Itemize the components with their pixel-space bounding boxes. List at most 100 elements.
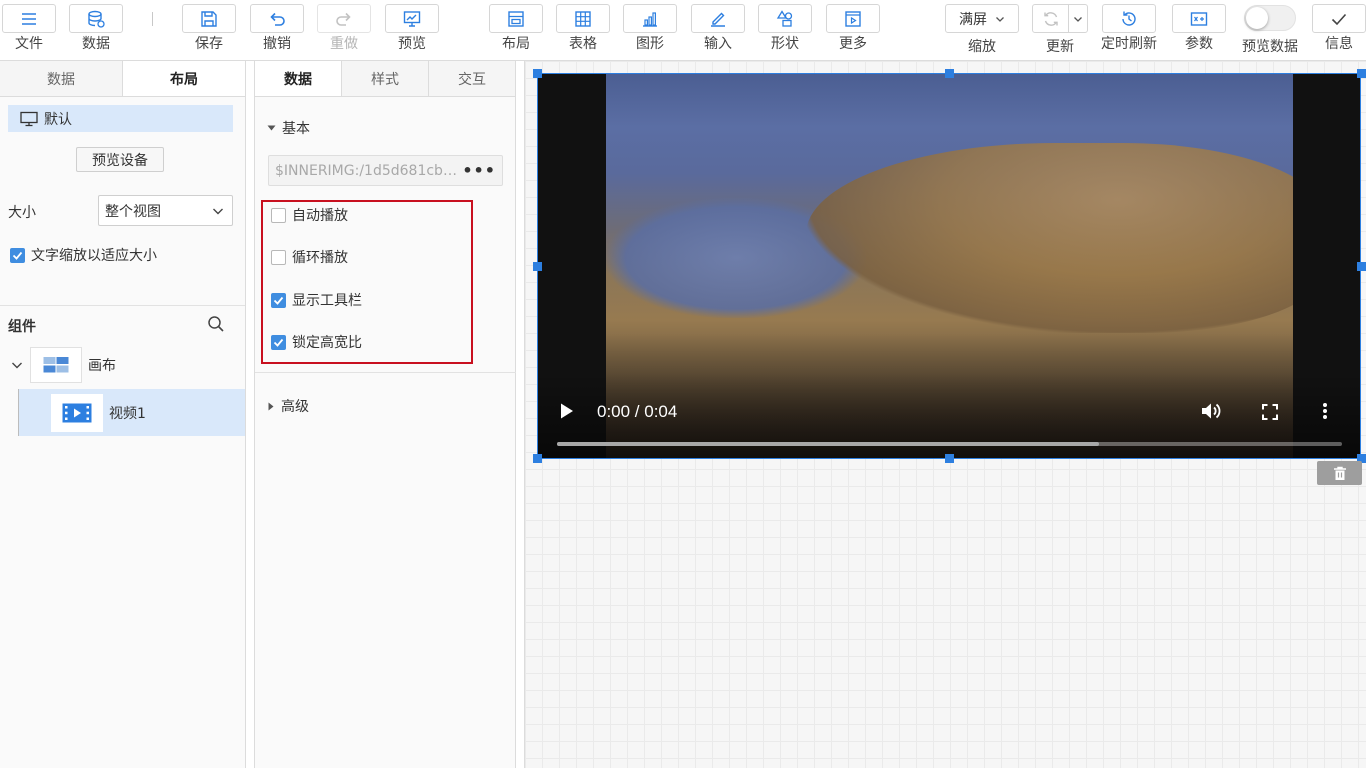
update-label: 更新 (1046, 39, 1074, 55)
tree-item-video[interactable]: 视频1 (18, 389, 245, 436)
save-button[interactable]: 保存 (181, 4, 237, 58)
file-button[interactable]: 文件 (1, 4, 57, 58)
tab-props-data[interactable]: 数据 (255, 61, 341, 96)
caret-right-icon (268, 402, 274, 410)
update-button[interactable] (1033, 5, 1069, 32)
data-button[interactable]: 数据 (68, 4, 124, 58)
loop-option[interactable]: 循环播放 (271, 247, 348, 267)
redo-button[interactable]: 重做 (316, 4, 372, 58)
resize-handle-top[interactable] (945, 69, 954, 78)
fit-text-option[interactable]: 文字缩放以适应大小 (10, 245, 157, 265)
resize-handle-top-left[interactable] (533, 69, 542, 78)
more-options-icon[interactable]: ••• (462, 161, 496, 180)
tab-props-style[interactable]: 样式 (341, 61, 428, 96)
video-component-icon (51, 393, 103, 432)
timed-refresh-button[interactable]: 定时刷新 (1101, 4, 1157, 58)
zoom-select[interactable]: 满屏 (945, 4, 1019, 33)
params-button[interactable]: 参数 (1171, 4, 1227, 58)
update-dropdown[interactable] (1069, 5, 1087, 32)
tab-layout[interactable]: 布局 (122, 61, 245, 96)
redo-label: 重做 (330, 36, 358, 52)
chevron-down-icon (213, 208, 223, 214)
resize-handle-top-right[interactable] (1357, 69, 1366, 78)
chevron-down-icon (996, 16, 1004, 22)
resize-handle-bottom-left[interactable] (533, 454, 542, 463)
shape-label: 形状 (771, 36, 799, 52)
autoplay-option[interactable]: 自动播放 (271, 205, 348, 225)
more-vertical-icon[interactable] (1322, 402, 1328, 424)
formula-icon (1190, 11, 1208, 26)
show-toolbar-option[interactable]: 显示工具栏 (271, 290, 362, 310)
video-time: 0:00 / 0:04 (597, 402, 678, 421)
fit-text-checkbox[interactable] (10, 247, 25, 263)
info-label: 信息 (1325, 36, 1353, 52)
params-label: 参数 (1185, 36, 1213, 52)
input-button[interactable]: 输入 (690, 4, 746, 58)
graph-button[interactable]: 图形 (622, 4, 678, 58)
caret-down-icon (267, 125, 276, 131)
loop-checkbox[interactable] (271, 249, 286, 265)
show-toolbar-checkbox[interactable] (271, 292, 286, 308)
toolbar: 文件 数据 保存 撤销 重做 预览 布局 表格 图形 输入 形状 更多 满屏 缩… (0, 0, 1366, 61)
tree-video-label: 视频1 (109, 405, 146, 422)
preview-device-button[interactable]: 预览设备 (76, 147, 164, 172)
zoom-value: 满屏 (959, 11, 987, 28)
size-select[interactable]: 整个视图 (98, 195, 233, 226)
menu-icon (22, 12, 36, 25)
video-source-input[interactable]: $INNERIMG:/1d5d681cb0... ••• (268, 155, 503, 186)
preview-label: 预览 (398, 36, 426, 52)
table-label: 表格 (569, 36, 597, 52)
advanced-section-header[interactable]: 高级 (267, 396, 309, 416)
resize-handle-bottom[interactable] (945, 454, 954, 463)
preview-data-control: 预览数据 (1238, 4, 1302, 58)
table-button[interactable]: 表格 (555, 4, 611, 58)
autoplay-label: 自动播放 (292, 208, 348, 224)
more-button[interactable]: 更多 (825, 4, 881, 58)
chevron-down-icon[interactable] (6, 360, 28, 370)
file-label: 文件 (15, 36, 43, 52)
lock-aspect-checkbox[interactable] (271, 334, 286, 350)
monitor-icon (20, 111, 38, 126)
video-progress-fill (557, 442, 1099, 446)
check-icon (273, 338, 284, 347)
graph-label: 图形 (636, 36, 664, 52)
tree-item-canvas[interactable]: 画布 (0, 346, 245, 384)
video-controls: 0:00 / 0:04 (537, 373, 1361, 459)
resize-handle-left[interactable] (533, 262, 542, 271)
design-canvas[interactable]: 0:00 / 0:04 (524, 61, 1366, 768)
lock-aspect-option[interactable]: 锁定高宽比 (271, 332, 362, 352)
info-button[interactable]: 信息 (1311, 4, 1366, 58)
tree-canvas-label: 画布 (88, 358, 116, 374)
tab-props-interaction[interactable]: 交互 (428, 61, 515, 96)
autoplay-checkbox[interactable] (271, 207, 286, 223)
input-label: 输入 (704, 36, 732, 52)
basic-section-header[interactable]: 基本 (267, 118, 310, 138)
shape-button[interactable]: 形状 (757, 4, 813, 58)
delete-button[interactable] (1317, 461, 1362, 485)
resize-handle-right[interactable] (1357, 262, 1366, 271)
device-default-item[interactable]: 默认 (8, 105, 233, 132)
preview-button[interactable]: 预览 (384, 4, 440, 58)
undo-button[interactable]: 撤销 (249, 4, 305, 58)
save-icon (201, 10, 217, 27)
volume-icon[interactable] (1200, 401, 1222, 425)
tab-data[interactable]: 数据 (0, 61, 122, 96)
video-component[interactable]: 0:00 / 0:04 (537, 73, 1361, 459)
zoom-control: 满屏 缩放 (945, 4, 1019, 58)
trash-icon (1333, 466, 1346, 480)
basic-section-label: 基本 (282, 121, 310, 137)
database-icon (88, 10, 105, 28)
show-toolbar-label: 显示工具栏 (292, 293, 362, 309)
preview-data-toggle[interactable] (1244, 5, 1296, 31)
layout-icon (508, 10, 524, 27)
search-icon[interactable] (207, 315, 225, 337)
video-progress-bar[interactable] (557, 442, 1342, 446)
clock-refresh-icon (1122, 11, 1136, 26)
layout-button[interactable]: 布局 (488, 4, 544, 58)
data-label: 数据 (82, 36, 110, 52)
left-panel: 数据 布局 默认 预览设备 大小 整个视图 文字缩放以适应大小 组件 画布 视频… (0, 61, 246, 768)
fullscreen-icon[interactable] (1262, 404, 1278, 424)
zoom-label: 缩放 (968, 39, 996, 55)
check-icon (12, 251, 23, 260)
play-icon[interactable] (559, 402, 575, 424)
